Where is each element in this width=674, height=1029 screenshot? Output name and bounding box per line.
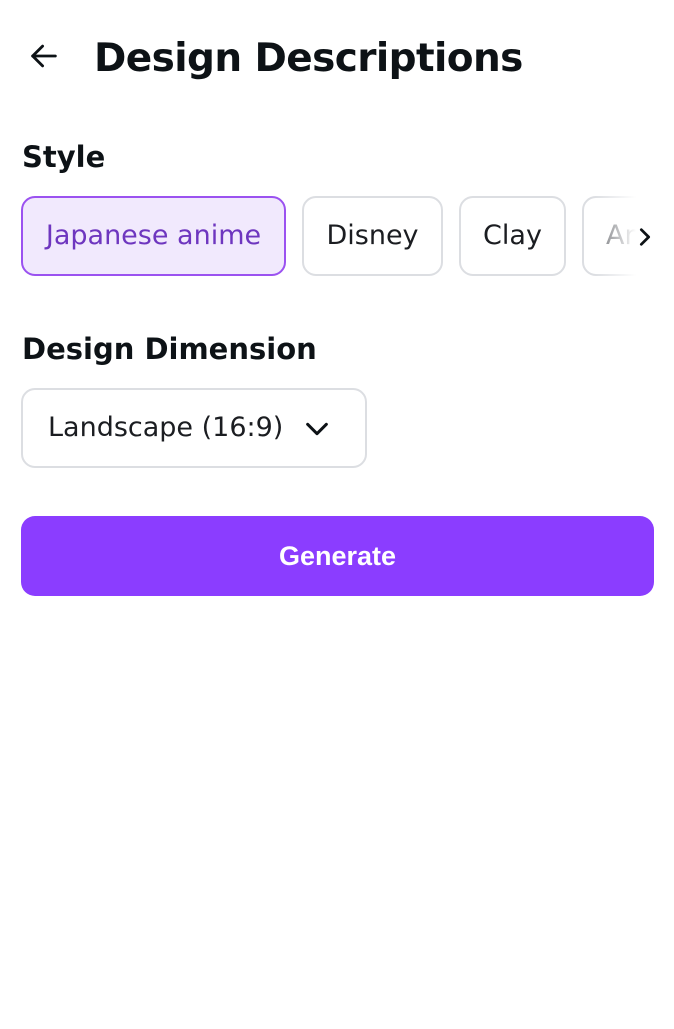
chevron-right-icon: [639, 228, 651, 246]
style-option-disney[interactable]: Disney: [302, 196, 443, 276]
scroll-right-button[interactable]: [630, 220, 660, 254]
design-dimension-dropdown[interactable]: Landscape (16:9): [21, 388, 367, 468]
arrow-left-icon: [31, 44, 57, 68]
style-label: Style: [22, 140, 106, 174]
back-button[interactable]: [22, 34, 66, 78]
style-option-japanese-anime[interactable]: Japanese anime: [21, 196, 286, 276]
header: Design Descriptions: [0, 0, 674, 118]
design-dimension-value: Landscape (16:9): [48, 412, 284, 443]
chevron-down-icon: [306, 422, 328, 436]
generate-button[interactable]: Generate: [21, 516, 654, 596]
style-options: Japanese anime Disney Clay An: [21, 196, 654, 276]
page-title: Design Descriptions: [94, 36, 523, 81]
design-dimension-label: Design Dimension: [22, 332, 317, 366]
style-option-clay[interactable]: Clay: [459, 196, 566, 276]
